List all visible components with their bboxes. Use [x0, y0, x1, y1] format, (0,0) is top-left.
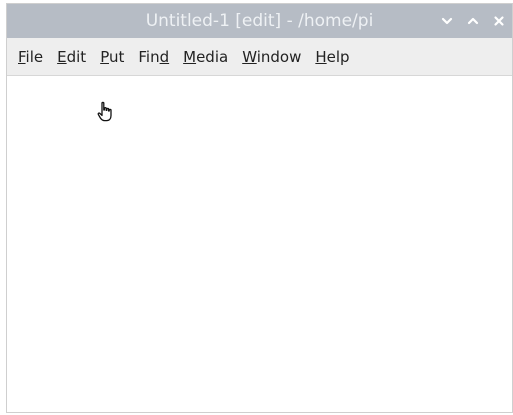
menu-file-mnemonic: F	[18, 47, 26, 66]
window-controls	[438, 4, 508, 38]
maximize-button[interactable]	[464, 12, 482, 30]
menu-window[interactable]: Window	[235, 42, 308, 72]
chevron-down-icon	[441, 17, 453, 25]
chevron-up-icon	[467, 17, 479, 25]
menu-edit-mnemonic: E	[57, 47, 67, 66]
menu-window-mnemonic: W	[242, 47, 257, 66]
menu-media-post: edia	[196, 47, 229, 66]
menu-file[interactable]: File	[11, 42, 50, 72]
menu-find-mnemonic: d	[159, 47, 170, 66]
menu-find-pre: Fin	[138, 47, 160, 66]
minimize-button[interactable]	[438, 12, 456, 30]
menu-edit[interactable]: Edit	[50, 42, 93, 72]
close-icon	[494, 16, 504, 26]
menu-help-mnemonic: H	[315, 47, 327, 66]
menu-help-post: elp	[326, 47, 350, 66]
menu-window-post: indow	[256, 47, 302, 66]
menu-media[interactable]: Media	[176, 42, 235, 72]
menu-find[interactable]: Find	[131, 42, 176, 72]
close-button[interactable]	[490, 12, 508, 30]
menu-edit-post: dit	[66, 47, 87, 66]
title-bar[interactable]: Untitled-1 [edit] - /home/pi	[7, 4, 512, 38]
app-window: Untitled-1 [edit] - /home/pi File Edit P…	[6, 3, 513, 413]
menu-media-mnemonic: M	[183, 47, 197, 66]
menu-file-post: ile	[25, 47, 44, 66]
menu-put-post: ut	[108, 47, 125, 66]
editor-area[interactable]	[7, 76, 512, 412]
menu-put-mnemonic: P	[100, 47, 109, 66]
menu-put[interactable]: Put	[93, 42, 131, 72]
window-title: Untitled-1 [edit] - /home/pi	[145, 11, 374, 31]
hand-pointer-icon	[97, 101, 112, 122]
menu-bar: File Edit Put Find Media Window Help	[7, 38, 512, 76]
menu-help[interactable]: Help	[308, 42, 356, 72]
